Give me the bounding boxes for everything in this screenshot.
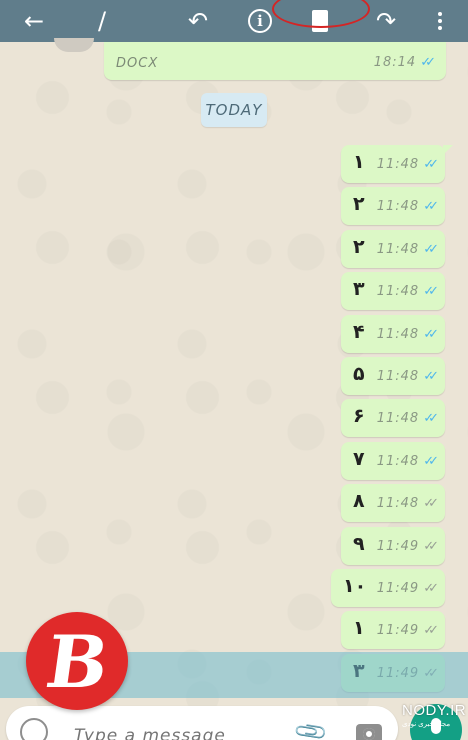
reply-icon[interactable]: ↶ (178, 0, 218, 42)
message-meta: 11:48 ✓✓ (377, 496, 439, 511)
message-text: ١٠ (343, 575, 367, 597)
message-text: ١ (353, 151, 365, 173)
double-check-icon: ✓✓ (423, 496, 439, 512)
message-time: 11:48 (376, 199, 420, 215)
double-check-icon: ✓✓ (423, 623, 439, 639)
message-meta: 18:14 ✓✓ (374, 55, 436, 70)
message-time: 11:48 (376, 369, 420, 384)
message-bubble[interactable]: ۴ 11:48 ✓✓ (341, 314, 445, 353)
camera-icon[interactable] (356, 724, 382, 740)
double-check-icon: ✓✓ (423, 241, 439, 257)
double-check-icon: ✓✓ (423, 199, 439, 215)
message-meta: 11:48 ✓✓ (377, 369, 439, 384)
message-time: 11:49 (376, 623, 420, 639)
message-meta: 11:48 ✓✓ (377, 284, 439, 299)
message-bubble[interactable]: ٩ 11:49 ✓✓ (341, 526, 445, 565)
back-arrow-icon[interactable]: ← (14, 0, 54, 42)
double-check-icon: ✓✓ (423, 326, 439, 342)
message-meta: 11:48 ✓✓ (377, 242, 439, 257)
message-bubble[interactable]: ٣ 11:48 ✓✓ (341, 272, 445, 311)
message-text: ۶ (353, 405, 365, 428)
message-text: ٢ (353, 193, 365, 216)
message-text: ٩ (353, 532, 365, 555)
date-divider: TODAY (201, 93, 267, 127)
document-message[interactable]: DOCX 18:14 ✓✓ (104, 42, 446, 80)
message-bubble[interactable]: ١٠ 11:49 ✓✓ (331, 569, 445, 607)
message-text: ٢ (353, 235, 365, 258)
forward-icon[interactable]: ↷ (366, 0, 406, 42)
message-bubble[interactable]: ٢ 11:48 ✓✓ (341, 187, 445, 226)
message-meta: 11:48 ✓✓ (377, 411, 439, 426)
bubble-tail (443, 145, 453, 155)
watermark-subtitle: مجله خبری نودی (402, 721, 451, 728)
message-meta: 11:49✓✓ (377, 623, 439, 638)
message-time: 11:48 (376, 453, 420, 469)
message-bubble[interactable]: ١ 11:48 ✓✓ (341, 145, 453, 183)
message-bubble[interactable]: ٢ 11:48 ✓✓ (341, 229, 445, 268)
double-check-icon: ✓✓ (423, 411, 439, 427)
message-bubble[interactable]: ۶ 11:48 ✓✓ (341, 399, 445, 438)
message-bubble[interactable]: ۵ 11:48 ✓✓ (341, 357, 445, 395)
double-check-icon: ✓✓ (423, 369, 439, 384)
message-time: 11:48 (376, 284, 420, 300)
message-time: 11:49 (376, 581, 420, 596)
message-text: ٧ (353, 447, 365, 470)
double-check-icon: ✓✓ (423, 453, 439, 469)
message-bubble[interactable]: ١ 11:49 ✓✓ (341, 611, 445, 650)
message-meta: 11:49✓✓ (377, 539, 439, 554)
message-meta: 11:49✓✓ (377, 581, 439, 596)
document-type-label: DOCX (116, 56, 159, 71)
message-text: ۴ (353, 320, 365, 343)
message-composer: 📎 (6, 706, 398, 740)
message-meta: 11:48 ✓✓ (377, 454, 439, 469)
message-time: 11:48 (376, 326, 420, 342)
double-check-icon: ✓✓ (420, 55, 436, 70)
message-text: ٣ (353, 278, 365, 301)
double-check-icon: ✓✓ (423, 284, 439, 300)
message-text: ١ (353, 617, 365, 640)
message-time: 11:48 (376, 411, 420, 427)
double-check-icon: ✓✓ (423, 538, 439, 554)
double-check-icon: ✓✓ (423, 581, 439, 596)
message-time: 11:48 (376, 157, 420, 172)
message-bubble[interactable]: ٧ 11:48 ✓✓ (341, 441, 445, 480)
double-check-icon: ✓✓ (423, 157, 439, 172)
brand-logo: B (26, 612, 128, 710)
message-time: 18:14 (373, 55, 417, 70)
star-icon[interactable]: / (82, 0, 122, 42)
emoji-icon[interactable] (20, 718, 48, 740)
message-meta: 11:48 ✓✓ (377, 327, 439, 342)
selection-toolbar: ← / ↶ i ↷ (0, 0, 468, 42)
message-text: ۵ (353, 363, 365, 385)
more-icon[interactable] (420, 0, 460, 42)
message-text: ٨ (353, 490, 365, 513)
message-time: 11:48 (376, 241, 420, 257)
message-bubble[interactable]: ٨ 11:48 ✓✓ (341, 484, 445, 523)
message-time: 11:49 (376, 538, 420, 554)
message-input[interactable] (74, 726, 274, 740)
attach-icon[interactable]: 📎 (293, 714, 330, 740)
message-meta: 11:48 ✓✓ (377, 199, 439, 214)
watermark: NODY.IR (402, 702, 467, 719)
message-meta: 11:48 ✓✓ (377, 157, 439, 172)
message-time: 11:48 (376, 496, 420, 512)
